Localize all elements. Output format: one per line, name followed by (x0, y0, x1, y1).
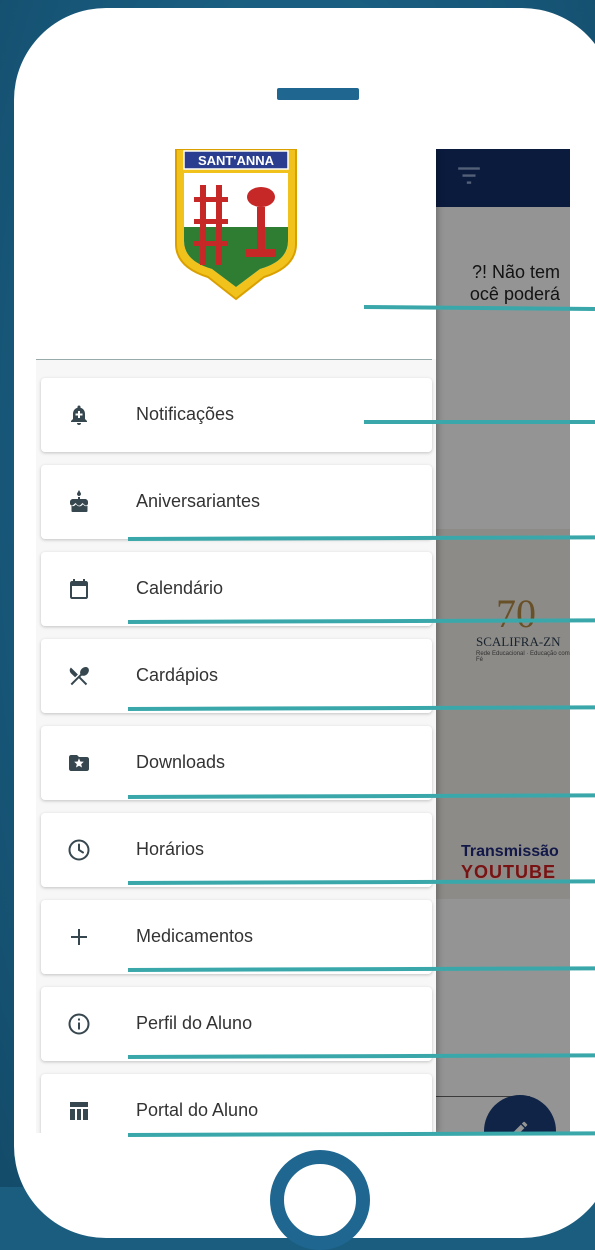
school-logo: SANT'ANNA (175, 149, 297, 301)
menu-item-perfil-do-aluno[interactable]: Perfil do Aluno (41, 987, 432, 1061)
starred-folder-icon (69, 755, 89, 771)
callout-line (364, 420, 595, 424)
plus-icon (71, 929, 87, 945)
drawer-header: SANT'ANNA (36, 149, 436, 359)
menu-item-label: Aniversariantes (136, 491, 261, 511)
birthday-cake-icon (70, 490, 88, 512)
menu-item-portal-do-aluno[interactable]: Portal do Aluno (41, 1074, 432, 1133)
navigation-drawer: SANT'ANNA Notificações Aniversariantes C… (36, 149, 436, 1133)
menu-item-notificacoes[interactable]: Notificações (41, 378, 432, 452)
menu-item-label: Horários (136, 839, 205, 859)
menu-item-medicamentos[interactable]: Medicamentos (41, 900, 432, 974)
phone-speaker (277, 88, 359, 100)
drawer-header-divider (36, 359, 432, 360)
menu-item-horarios[interactable]: Horários (41, 813, 432, 887)
menu-item-downloads[interactable]: Downloads (41, 726, 432, 800)
phone-screen: ?! Não tem ocê poderá 70 SCALIFRA-ZN Red… (36, 149, 570, 1133)
home-button (270, 1150, 370, 1250)
menu-item-label: Portal do Aluno (136, 1100, 259, 1120)
menu-item-cardapios[interactable]: Cardápios (41, 639, 432, 713)
calendar-icon (70, 579, 88, 599)
menu-item-label: Notificações (136, 404, 235, 424)
notification-bell-icon (71, 405, 87, 425)
clock-icon (68, 839, 90, 861)
menu-item-calendario[interactable]: Calendário (41, 552, 432, 626)
menu-item-aniversariantes[interactable]: Aniversariantes (41, 465, 432, 539)
menu-item-label: Medicamentos (136, 926, 254, 946)
info-icon (68, 1013, 90, 1035)
menu-item-label: Downloads (136, 752, 226, 772)
menu-item-label: Cardápios (136, 665, 219, 685)
svg-text:SANT'ANNA: SANT'ANNA (198, 153, 275, 168)
cutlery-icon (69, 666, 89, 686)
table-icon (70, 1102, 88, 1120)
menu-item-label: Calendário (136, 578, 224, 598)
menu-item-label: Perfil do Aluno (136, 1013, 253, 1033)
